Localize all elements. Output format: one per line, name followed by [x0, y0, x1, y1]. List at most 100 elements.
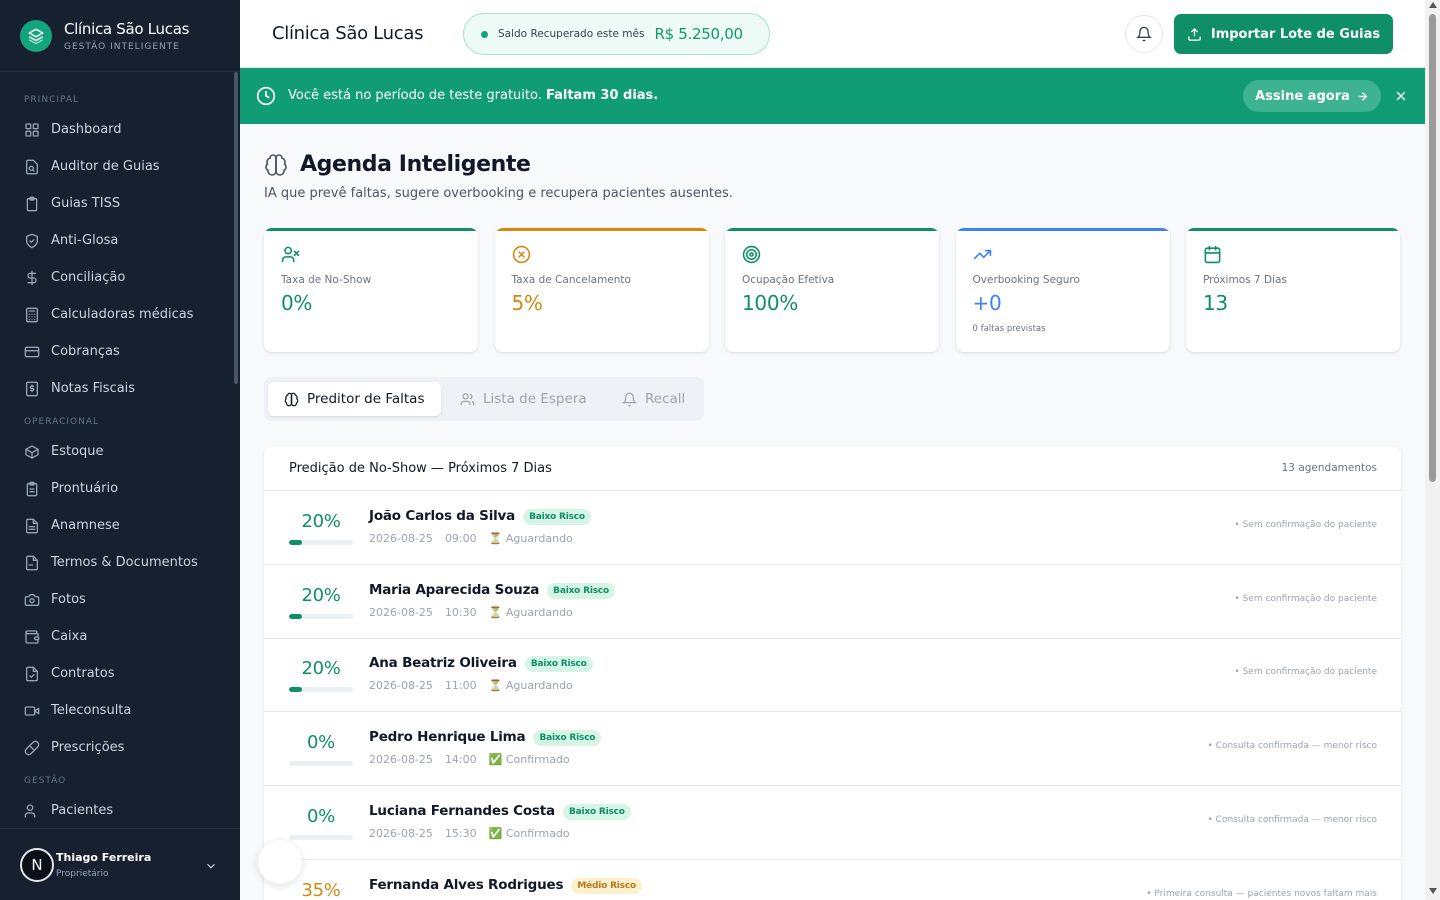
pill-icon: [24, 740, 51, 756]
sidebar-item-label: Conciliação: [51, 270, 126, 285]
sidebar-item-anti-glosa[interactable]: Anti-Glosa: [0, 222, 240, 259]
sidebar-item-calculadoras-medicas[interactable]: Calculadoras médicas: [0, 296, 240, 333]
patient-name[interactable]: Ana Beatriz Oliveira: [369, 655, 517, 671]
brand-subtitle: GESTÃO INTELIGENTE: [64, 41, 180, 52]
sidebar-item-dashboard[interactable]: Dashboard: [0, 111, 240, 148]
tab-recall[interactable]: Recall: [622, 382, 685, 416]
brain-icon: [265, 153, 287, 176]
no-show-probability: 20%: [301, 511, 341, 532]
sidebar-item-cobrancas[interactable]: Cobranças: [0, 333, 240, 370]
user-menu[interactable]: N Thiago Ferreira Proprietário: [0, 828, 240, 900]
subscribe-button[interactable]: Assine agora: [1243, 80, 1381, 112]
saldo-recuperado-pill: Saldo Recuperado este mês R$ 5.250,00: [463, 13, 770, 55]
patient-name[interactable]: Luciana Fernandes Costa: [369, 803, 555, 819]
sidebar-item-termos-documentos[interactable]: Termos & Documentos: [0, 544, 240, 581]
risk-reason: • Consulta confirmada — menor risco: [1207, 741, 1377, 752]
patient-name[interactable]: Fernanda Alves Rodrigues: [369, 877, 564, 893]
stat-label: Taxa de No-Show: [281, 274, 372, 286]
appointment-time: 10:30: [444, 605, 477, 619]
sidebar-scrollbar[interactable]: [234, 72, 238, 384]
appointment-status: ⏳ Aguardando: [488, 605, 573, 619]
appointment-time: 11:00: [444, 679, 477, 693]
sidebar-item-label: Pacientes: [51, 803, 114, 818]
risk-badge: Baixo Risco: [547, 582, 615, 599]
appointment-date: 2026-08-25: [369, 605, 433, 619]
avatar[interactable]: N: [20, 847, 54, 882]
sidebar-item-label: Cobranças: [51, 344, 120, 359]
sidebar-nav: PRINCIPAL Dashboard Auditor de Guias Guias …: [0, 72, 240, 829]
sidebar-item-teleconsulta[interactable]: Teleconsulta: [0, 692, 240, 729]
sidebar-item-caixa[interactable]: Caixa: [0, 618, 240, 655]
sidebar-item-conciliacao[interactable]: Conciliação: [0, 259, 240, 296]
sidebar-item-guias-tiss[interactable]: Guias TISS: [0, 185, 240, 222]
patient-name[interactable]: Maria Aparecida Souza: [369, 582, 539, 598]
sidebar-item-notas-fiscais[interactable]: Notas Fiscais: [0, 370, 240, 407]
sidebar-item-contratos[interactable]: Contratos: [0, 655, 240, 692]
sidebar-section-label: GESTÃO: [24, 776, 67, 786]
table-row[interactable]: 20% Maria Aparecida Souza Baixo Risco 2026-…: [264, 565, 1401, 639]
stat-value: +0: [972, 291, 1002, 315]
risk-badge: Baixo Risco: [562, 803, 631, 820]
appointments-count: 13 agendamentos: [1281, 462, 1377, 474]
close-icon[interactable]: [1393, 88, 1409, 104]
risk-progress-fill: [289, 613, 302, 619]
bell-icon: [622, 392, 637, 406]
floating-action-button[interactable]: [258, 840, 302, 884]
risk-badge: Baixo Risco: [524, 656, 593, 673]
risk-reason: • Primeira consulta — pacientes novos fa…: [1146, 888, 1377, 899]
sidebar-item-label: Prescrições: [51, 740, 125, 755]
patient-name[interactable]: João Carlos da Silva: [369, 508, 515, 524]
risk-reason: • Consulta confirmada — menor risco: [1207, 814, 1377, 825]
trending-up-icon: [973, 245, 992, 268]
stat-accent-bar: [494, 228, 709, 231]
tab-lista-de-espera[interactable]: Lista de Espera: [460, 382, 587, 416]
stat-value: 13: [1203, 291, 1228, 315]
appointment-date: 2026-08-25: [369, 679, 433, 693]
scroll-up-arrow[interactable]: [1429, 2, 1437, 8]
sidebar-item-estoque[interactable]: Estoque: [0, 433, 240, 470]
scroll-down-arrow[interactable]: [1429, 888, 1437, 894]
appointment-date: 2026-08-25: [369, 826, 433, 840]
tab-preditor-de-faltas[interactable]: Preditor de Faltas: [268, 382, 441, 416]
scroll-thumb[interactable]: [1429, 14, 1436, 482]
camera-icon: [24, 592, 51, 608]
risk-progress-bar: [289, 761, 353, 767]
user-name: Thiago Ferreira: [56, 850, 152, 864]
risk-reason: • Sem confirmação do paciente: [1234, 667, 1377, 678]
sidebar-section-label: OPERACIONAL: [24, 417, 100, 427]
users-icon: [460, 392, 475, 405]
sidebar-item-label: Caixa: [51, 629, 88, 644]
page-scrollbar[interactable]: [1425, 0, 1440, 900]
no-show-prediction-table: Predição de No-Show — Próximos 7 Dias 13…: [264, 446, 1401, 900]
grid-icon: [24, 122, 51, 138]
import-batch-button[interactable]: Importar Lote de Guias: [1174, 14, 1393, 54]
sidebar-item-auditor-de-guias[interactable]: Auditor de Guias: [0, 148, 240, 185]
target-icon: [742, 245, 761, 268]
credit-card-icon: [24, 344, 51, 360]
brand[interactable]: Clínica São Lucas GESTÃO INTELIGENTE: [0, 0, 240, 72]
patient-name-line: Pedro Henrique Lima Baixo Risco: [369, 729, 602, 747]
risk-progress-bar: [289, 834, 353, 840]
appointment-time: 14:00: [444, 753, 477, 767]
table-row[interactable]: 0% Luciana Fernandes Costa Baixo Risco 2026…: [264, 786, 1401, 860]
no-show-probability: 35%: [301, 879, 341, 900]
sidebar-item-label: Contratos: [51, 666, 115, 681]
table-row[interactable]: 35% Fernanda Alves Rodrigues Médio Risco • …: [264, 860, 1401, 900]
sidebar-item-prescricoes[interactable]: Prescrições: [0, 729, 240, 766]
stat-value: 5%: [511, 291, 543, 315]
table-row[interactable]: 20% João Carlos da Silva Baixo Risco 2026-0…: [264, 491, 1401, 565]
table-row[interactable]: 20% Ana Beatriz Oliveira Baixo Risco 2026-0…: [264, 638, 1401, 713]
patient-name[interactable]: Pedro Henrique Lima: [369, 729, 526, 745]
sidebar-item-prontuario[interactable]: Prontuário: [0, 470, 240, 507]
stat-card-ocupacao-efetiva: Ocupação Efetiva 100%: [725, 228, 939, 352]
notifications-button[interactable]: [1125, 15, 1163, 53]
risk-progress-fill: [289, 540, 302, 545]
sidebar-item-fotos[interactable]: Fotos: [0, 581, 240, 618]
chevron-down-icon[interactable]: [204, 859, 218, 873]
no-show-probability: 0%: [307, 805, 335, 827]
sidebar-item-pacientes[interactable]: Pacientes: [0, 792, 240, 829]
table-row[interactable]: 0% Pedro Henrique Lima Baixo Risco 2026-08-…: [264, 712, 1401, 787]
tab-label: Preditor de Faltas: [307, 391, 425, 407]
sidebar-item-anamnese[interactable]: Anamnese: [0, 507, 240, 544]
appointment-meta: 2026-08-25 09:00 ⏳ Aguardando: [369, 532, 585, 545]
